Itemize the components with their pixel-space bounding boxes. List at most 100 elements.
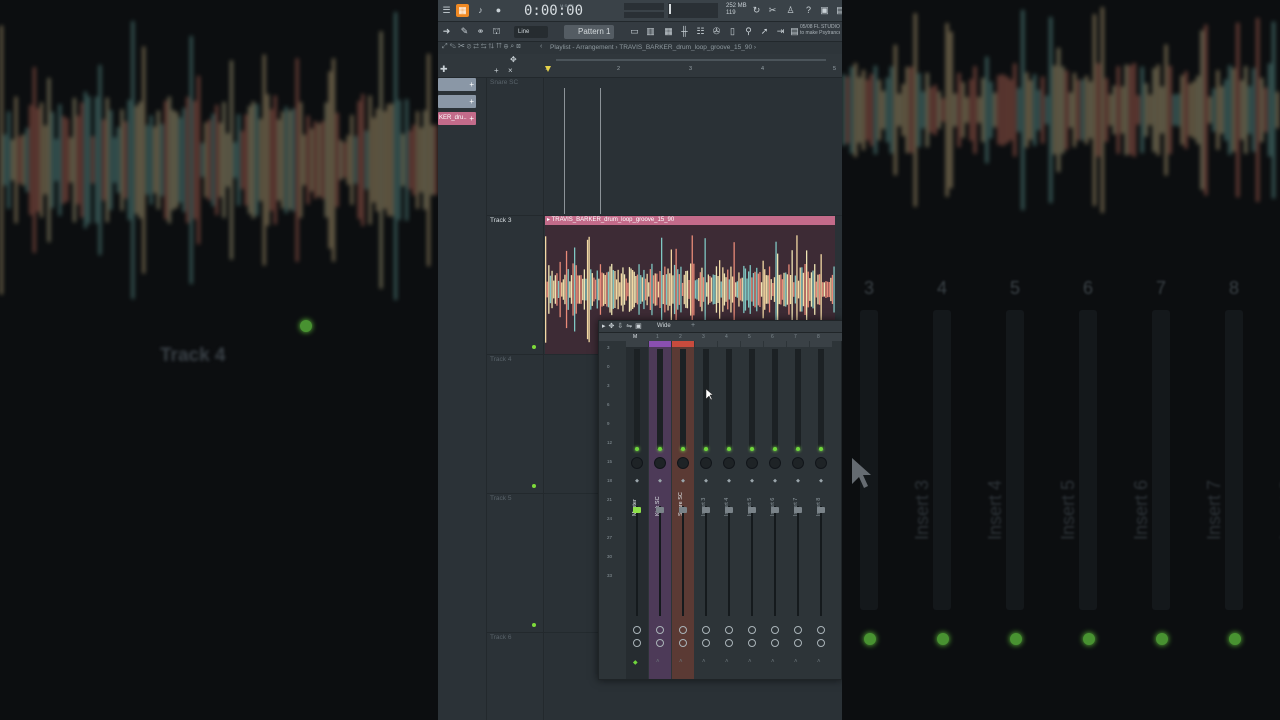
strip-color-tab[interactable] xyxy=(626,341,648,347)
save-icon[interactable]: ▣ xyxy=(818,4,831,17)
send-knob-icon[interactable] xyxy=(702,626,710,634)
scissors-icon[interactable]: ✂ xyxy=(766,4,779,17)
stereo-separation-icon[interactable]: ◆ xyxy=(795,477,801,485)
strip-color-tab[interactable] xyxy=(787,341,809,347)
mixer-strip[interactable]: Master◆◆ xyxy=(626,341,648,679)
send-knob-icon[interactable] xyxy=(679,626,687,634)
chevron-left-icon[interactable]: ‹ xyxy=(540,43,542,50)
mixer-strip[interactable]: Insert 5◆˄ xyxy=(741,341,763,679)
stereo-separation-icon[interactable]: ◆ xyxy=(749,477,755,485)
route-arrow-icon[interactable]: ˄ xyxy=(771,659,775,665)
stereo-separation-icon[interactable]: ◆ xyxy=(703,477,709,485)
plus-icon[interactable]: + xyxy=(469,95,474,108)
track-enable-led[interactable] xyxy=(532,484,536,488)
volume-fader[interactable] xyxy=(748,507,756,513)
mixer-strip[interactable]: Snare SC ◆ ˄ xyxy=(672,341,694,679)
volume-fader[interactable] xyxy=(679,507,687,513)
route-arrow-icon[interactable]: ˄ xyxy=(748,659,752,665)
stereo-separation-icon[interactable]: ◆ xyxy=(680,477,686,485)
mixer-tools-icons[interactable]: ▸✥⇩⇋▣ xyxy=(602,322,645,330)
strip-color-tab[interactable] xyxy=(649,341,671,347)
route-arrow-icon[interactable]: ˄ xyxy=(725,659,729,665)
strip-enable-led[interactable] xyxy=(727,447,731,451)
send-knob-icon[interactable] xyxy=(794,626,802,634)
close-icon[interactable]: × xyxy=(508,66,513,75)
strip-color-tab[interactable] xyxy=(741,341,763,347)
help-icon[interactable]: ? xyxy=(802,4,815,17)
route-icon[interactable] xyxy=(679,639,687,647)
plus-icon[interactable]: + xyxy=(469,78,474,91)
route-icon[interactable] xyxy=(794,639,802,647)
stamp-icon[interactable]: ⛫ xyxy=(490,25,503,38)
pan-knob[interactable] xyxy=(746,457,758,469)
strip-enable-led[interactable] xyxy=(773,447,777,451)
window-icon[interactable]: ▤ xyxy=(834,4,842,17)
mixer-more-icon[interactable]: + xyxy=(691,322,695,329)
send-knob-icon[interactable] xyxy=(771,626,779,634)
mixer-titlebar[interactable]: ▸✥⇩⇋▣ Wide + xyxy=(599,321,842,333)
channel-rack-icon[interactable]: ▥ xyxy=(644,25,657,38)
pin-icon[interactable]: ⚲ xyxy=(742,25,755,38)
route-arrow-icon[interactable]: ˄ xyxy=(794,659,798,665)
strip-color-tab[interactable] xyxy=(764,341,786,347)
piano-icon[interactable]: ♪ xyxy=(474,4,487,17)
mixer-strip[interactable]: Insert 8◆˄ xyxy=(810,341,832,679)
route-arrow-icon[interactable]: ˄ xyxy=(656,659,660,665)
microphone-icon[interactable]: ♙ xyxy=(784,4,797,17)
plus-icon[interactable]: + xyxy=(494,66,499,75)
mixer-strip[interactable]: Insert 6◆˄ xyxy=(764,341,786,679)
track-name[interactable]: Snare SC xyxy=(490,79,518,86)
strip-enable-led[interactable] xyxy=(750,447,754,451)
track-name[interactable]: Track 5 xyxy=(490,495,511,502)
stereo-separation-icon[interactable]: ◆ xyxy=(818,477,824,485)
picker-clip[interactable]: KER_dru.. + xyxy=(438,112,476,125)
volume-fader[interactable] xyxy=(702,507,710,513)
pan-knob[interactable] xyxy=(700,457,712,469)
menu-icon[interactable]: ☰ xyxy=(440,4,453,17)
route-arrow-icon[interactable]: ◆ xyxy=(633,659,638,666)
route-arrow-icon[interactable]: ˄ xyxy=(679,659,683,665)
send-knob-icon[interactable] xyxy=(633,626,641,634)
pan-knob[interactable] xyxy=(677,457,689,469)
route-icon[interactable] xyxy=(702,639,710,647)
pan-knob[interactable] xyxy=(769,457,781,469)
move-icon[interactable]: ✥ xyxy=(510,55,517,64)
volume-fader[interactable] xyxy=(817,507,825,513)
mixer-strip[interactable]: Insert 4◆˄ xyxy=(718,341,740,679)
tag-icon[interactable]: ➚ xyxy=(758,25,771,38)
strip-color-tab[interactable] xyxy=(810,341,832,347)
send-knob-icon[interactable] xyxy=(725,626,733,634)
master-pitch-display[interactable] xyxy=(624,12,664,18)
track-enable-led[interactable] xyxy=(532,623,536,627)
mixer-icon[interactable]: ╫ xyxy=(678,25,691,38)
export-icon[interactable]: ⇥ xyxy=(774,25,787,38)
strip-enable-led[interactable] xyxy=(796,447,800,451)
record-mode-icon[interactable]: ● xyxy=(492,4,505,17)
volume-fader[interactable] xyxy=(633,507,641,513)
pan-knob[interactable] xyxy=(815,457,827,469)
horizontal-scrollbar[interactable] xyxy=(556,59,826,61)
route-icon[interactable] xyxy=(725,639,733,647)
route-arrow-icon[interactable]: ˄ xyxy=(817,659,821,665)
pan-knob[interactable] xyxy=(792,457,804,469)
track-name[interactable]: Track 3 xyxy=(490,217,511,224)
strip-enable-led[interactable] xyxy=(658,447,662,451)
strip-enable-led[interactable] xyxy=(704,447,708,451)
stereo-separation-icon[interactable]: ◆ xyxy=(634,477,640,485)
browser-icon[interactable]: ☷ xyxy=(694,25,707,38)
playhead-marker-icon[interactable] xyxy=(545,66,551,72)
audio-clip-header[interactable]: ▸ TRAVIS_BARKER_drum_loop_groove_15_90 xyxy=(545,216,835,225)
stereo-separation-icon[interactable]: ◆ xyxy=(726,477,732,485)
plus-icon[interactable]: + xyxy=(469,112,474,125)
mixer-strip[interactable]: Kick SC◆˄ xyxy=(649,341,671,679)
snap-select[interactable]: Line xyxy=(514,26,548,38)
picker-clip[interactable]: + xyxy=(438,95,476,108)
mixer-layout-preset[interactable]: Wide xyxy=(657,323,671,329)
send-knob-icon[interactable] xyxy=(748,626,756,634)
volume-fader[interactable] xyxy=(656,507,664,513)
file-icon[interactable]: ▯ xyxy=(726,25,739,38)
volume-fader[interactable] xyxy=(771,507,779,513)
pencil-icon[interactable]: ✎ xyxy=(458,25,471,38)
route-arrow-icon[interactable]: ˄ xyxy=(702,659,706,665)
loop-icon[interactable]: ↻ xyxy=(750,4,763,17)
